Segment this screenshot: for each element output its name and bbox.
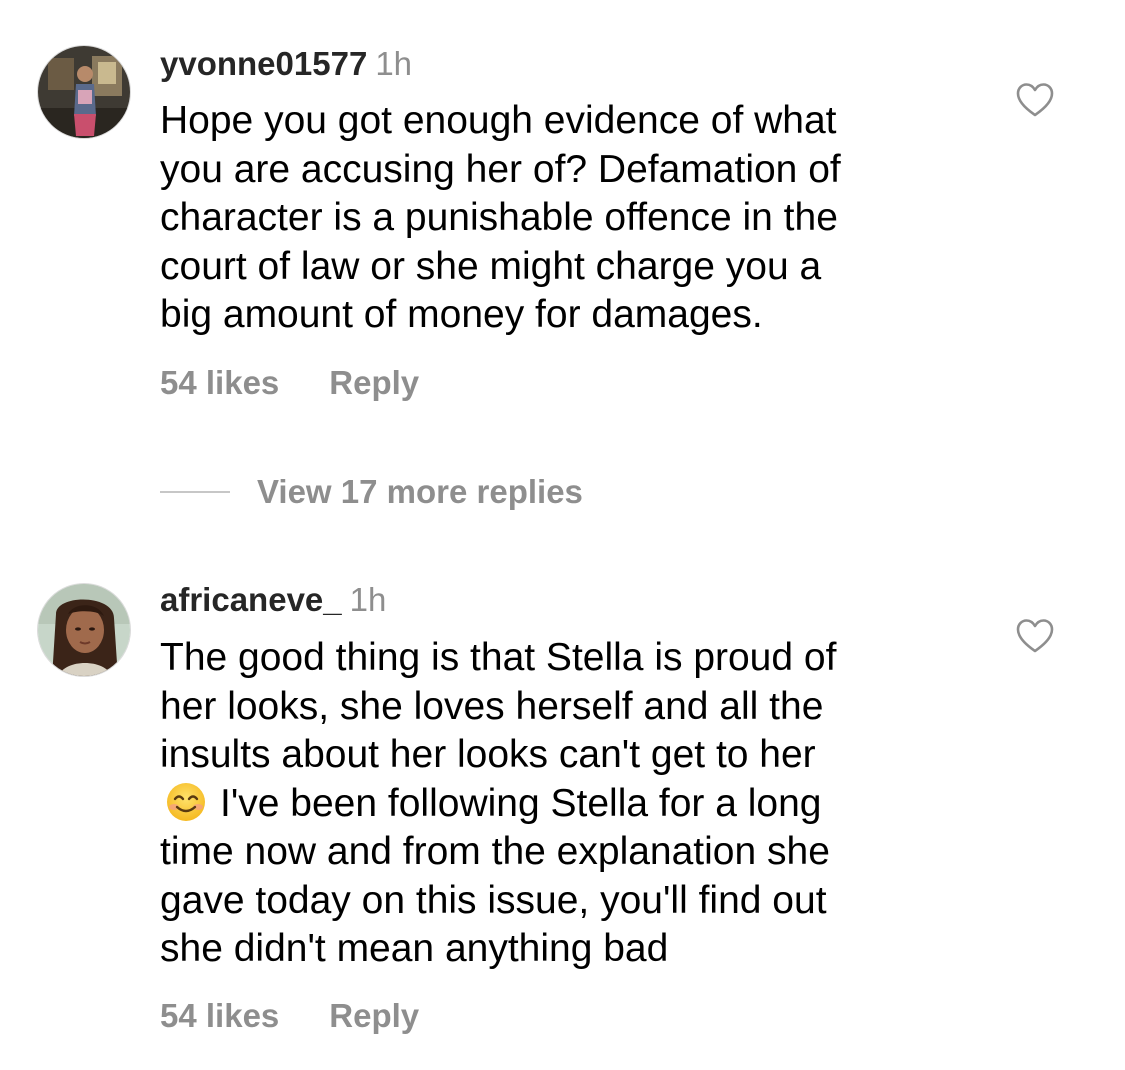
comment-text: Hope you got enough evidence of what you…	[160, 97, 960, 340]
comment-line: she didn't mean anything bad	[160, 927, 669, 970]
likes-count[interactable]: 54 likes	[160, 997, 279, 1034]
comment-actions: 54 likes Reply	[160, 363, 419, 403]
comment-line: The good thing is that Stella is proud o…	[160, 636, 837, 679]
avatar[interactable]	[37, 583, 131, 677]
reply-button[interactable]: Reply	[329, 364, 419, 401]
heart-outline-icon[interactable]	[1015, 82, 1055, 118]
comment-line: gave today on this issue, you'll find ou…	[160, 878, 827, 922]
comment-line: Hope you got enough evidence of what	[160, 99, 837, 142]
likes-count[interactable]: 54 likes	[160, 364, 279, 401]
view-replies-label: View 17 more replies	[257, 473, 583, 510]
comment-header: africaneve_ 1h	[160, 580, 386, 620]
username[interactable]: yvonne01577	[160, 45, 367, 82]
comment-line: her looks, she loves herself and all the	[160, 684, 824, 728]
comment-actions: 54 likes Reply	[160, 996, 419, 1036]
comment-text: The good thing is that Stella is proud o…	[160, 634, 960, 974]
comment-line: big amount of money for damages.	[160, 293, 763, 336]
comment-line: you are accusing her of? Defamation of	[160, 147, 841, 191]
smiling-face-emoji	[167, 782, 205, 821]
comment-line: insults about her looks can't get to her	[160, 733, 816, 776]
comment-header: yvonne01577 1h	[160, 44, 412, 84]
heart-outline-icon[interactable]	[1015, 618, 1055, 654]
avatar[interactable]	[37, 45, 131, 139]
timestamp: 1h	[349, 581, 387, 618]
username[interactable]: africaneve_	[160, 581, 342, 618]
comment-line-text: I've been following Stella for a long	[220, 781, 822, 825]
comment-line: court of law or she might charge you a	[160, 244, 822, 288]
comment-line: character is a punishable offence in the	[160, 196, 838, 239]
comment-line-with-emoji: I've been following Stella for a long	[160, 780, 960, 829]
view-more-replies-button[interactable]: View 17 more replies	[160, 472, 583, 512]
reply-button[interactable]: Reply	[329, 997, 419, 1034]
timestamp: 1h	[375, 45, 413, 82]
comment-line: time now and from the explanation she	[160, 830, 830, 873]
divider-line	[160, 491, 230, 493]
